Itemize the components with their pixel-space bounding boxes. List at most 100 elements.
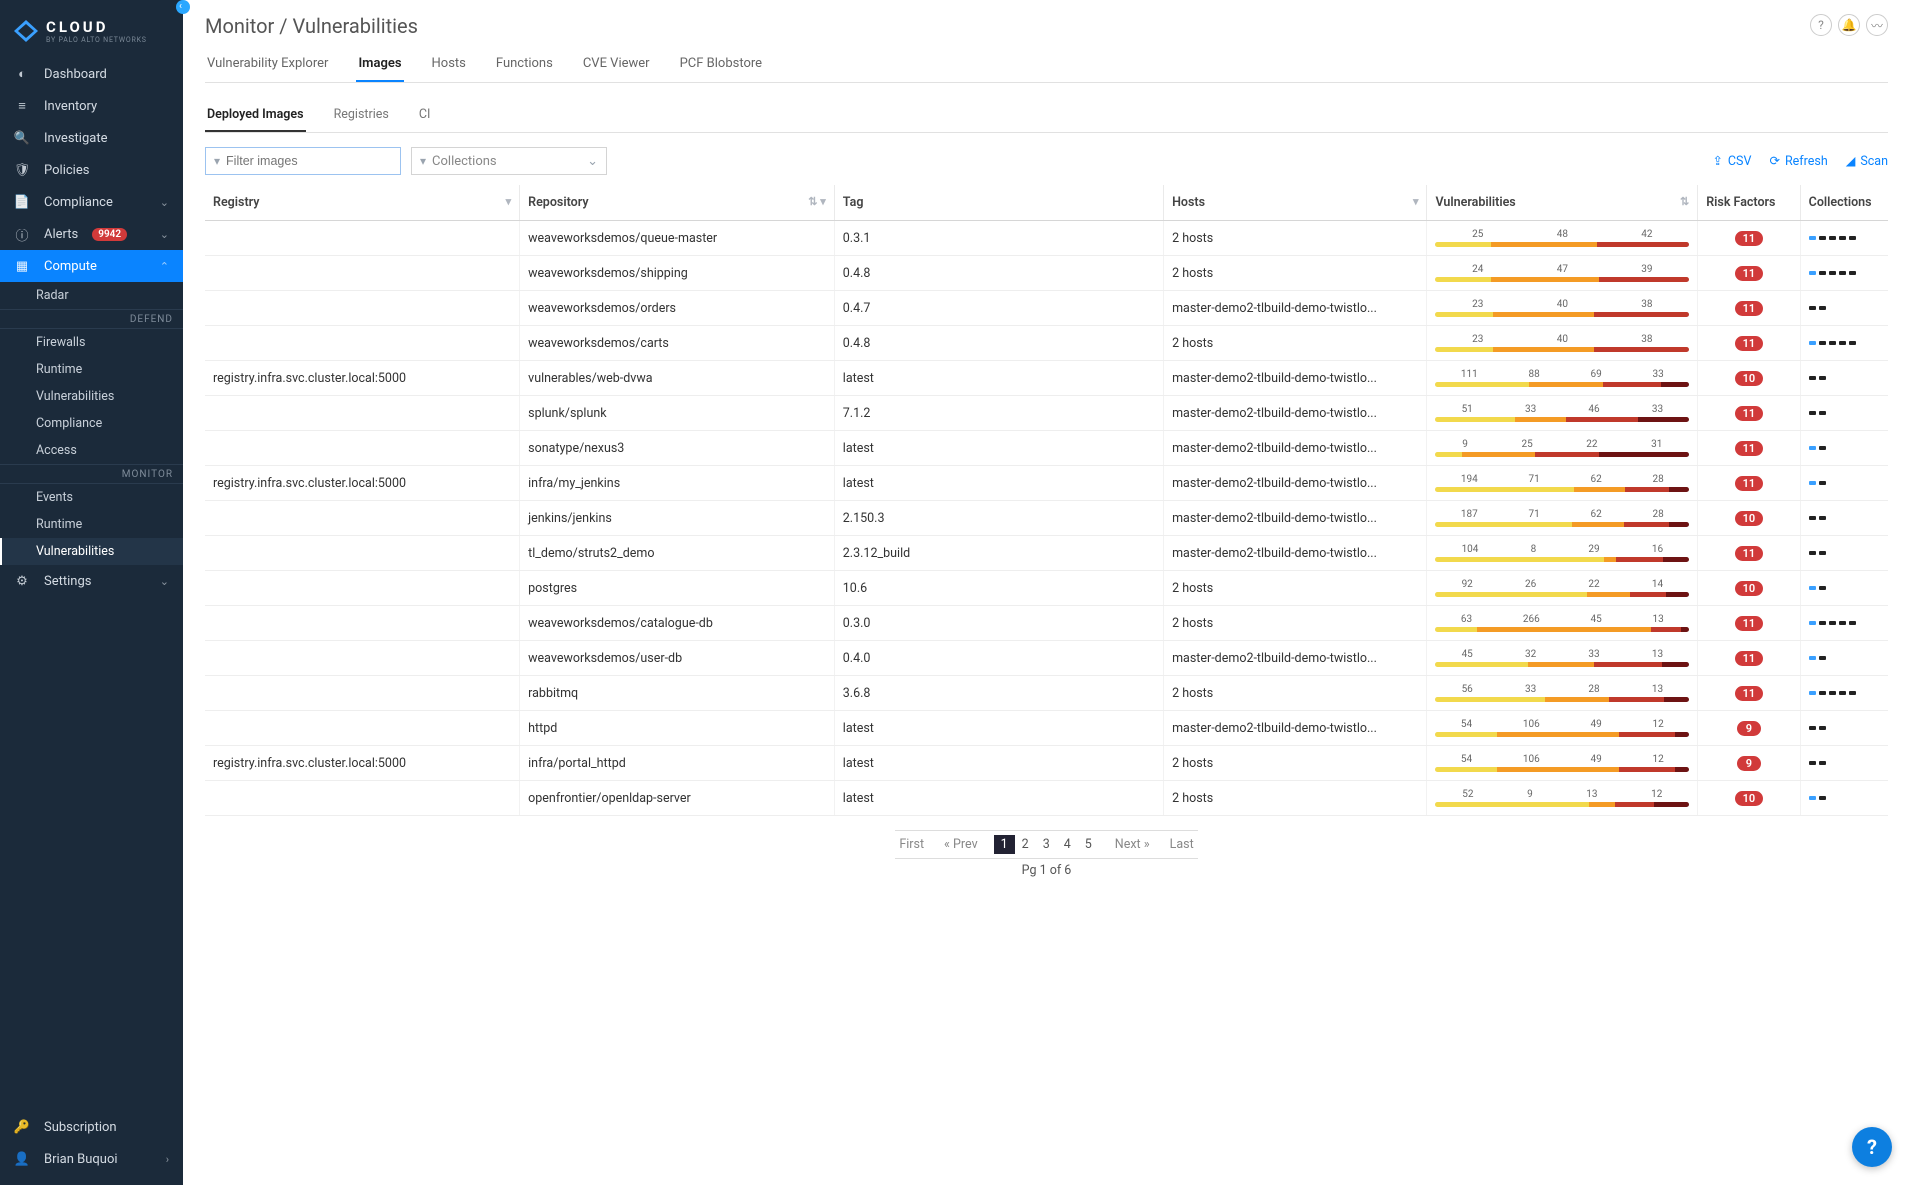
- table-row[interactable]: postgres10.62 hosts9226221410: [205, 571, 1888, 606]
- col-tag[interactable]: Tag: [834, 185, 1163, 221]
- sidebar-item-dashboard[interactable]: ◐Dashboard: [0, 58, 183, 90]
- sidebar-subscription[interactable]: 🔑 Subscription: [0, 1111, 183, 1143]
- sidebar-sub-monitor-vulnerabilities[interactable]: Vulnerabilities: [0, 538, 183, 565]
- collection-dot: [1819, 446, 1826, 450]
- table-row[interactable]: openfrontier/openldap-serverlatest2 host…: [205, 781, 1888, 816]
- page-2[interactable]: 2: [1015, 835, 1036, 854]
- subtab-deployed-images[interactable]: Deployed Images: [205, 101, 306, 132]
- page-1[interactable]: 1: [994, 835, 1015, 854]
- nav-label: Investigate: [44, 131, 107, 146]
- sidebar-item-policies[interactable]: 🛡Policies: [0, 154, 183, 186]
- subtab-ci[interactable]: CI: [417, 101, 433, 132]
- page-3[interactable]: 3: [1036, 835, 1057, 854]
- search-icon: 🔍: [14, 130, 30, 146]
- scan-icon: ◢: [1846, 153, 1856, 169]
- tab-cve-viewer[interactable]: CVE Viewer: [581, 48, 652, 82]
- page-5[interactable]: 5: [1078, 835, 1099, 854]
- sidebar-item-alerts[interactable]: ⓘAlerts9942⌄: [0, 218, 183, 250]
- filter-icon[interactable]: ▾: [506, 195, 512, 208]
- table-row[interactable]: weaveworksdemos/user-db0.4.0master-demo2…: [205, 641, 1888, 676]
- table-row[interactable]: jenkins/jenkins2.150.3master-demo2-tlbui…: [205, 501, 1888, 536]
- tab-hosts[interactable]: Hosts: [430, 48, 468, 82]
- page-first[interactable]: First: [895, 835, 928, 854]
- activity-button[interactable]: 〰: [1866, 14, 1888, 36]
- tab-vulnerability-explorer[interactable]: Vulnerability Explorer: [205, 48, 330, 82]
- sidebar-sub-runtime[interactable]: Runtime: [0, 356, 183, 383]
- page-prev[interactable]: « Prev: [940, 835, 982, 854]
- table-row[interactable]: splunk/splunk7.1.2master-demo2-tlbuild-d…: [205, 396, 1888, 431]
- table-row[interactable]: weaveworksdemos/carts0.4.82 hosts2340381…: [205, 326, 1888, 361]
- col-collections[interactable]: Collections: [1800, 185, 1888, 221]
- cell-vulnerabilities: 111886933: [1427, 361, 1698, 396]
- col-hosts[interactable]: Hosts▾: [1164, 185, 1427, 221]
- cell-vulnerabilities: 234038: [1427, 291, 1698, 326]
- cell-registry: [205, 291, 520, 326]
- cell-tag: 0.4.8: [834, 326, 1163, 361]
- table-row[interactable]: weaveworksdemos/catalogue-db0.3.02 hosts…: [205, 606, 1888, 641]
- sidebar-sub-radar[interactable]: Radar: [0, 282, 183, 309]
- sort-icon[interactable]: ⇅: [808, 195, 817, 208]
- help-fab[interactable]: ?: [1852, 1127, 1892, 1167]
- table-row[interactable]: weaveworksdemos/orders0.4.7master-demo2-…: [205, 291, 1888, 326]
- cell-vulnerabilities: 632664513: [1427, 606, 1698, 641]
- filter-images-input[interactable]: [226, 154, 392, 168]
- col-registry[interactable]: Registry▾: [205, 185, 520, 221]
- table-row[interactable]: registry.infra.svc.cluster.local:5000inf…: [205, 746, 1888, 781]
- table-row[interactable]: weaveworksdemos/shipping0.4.82 hosts2447…: [205, 256, 1888, 291]
- sidebar-sub-compliance[interactable]: Compliance: [0, 410, 183, 437]
- tab-images[interactable]: Images: [356, 48, 403, 82]
- sidebar-head-defend: DEFEND: [0, 309, 183, 329]
- chevron-right-icon: ›: [166, 1153, 169, 1166]
- filter-images-input-wrap[interactable]: ▾: [205, 147, 401, 175]
- sidebar-item-investigate[interactable]: 🔍 Investigate: [0, 122, 183, 154]
- table-row[interactable]: tl_demo/struts2_demo2.3.12_buildmaster-d…: [205, 536, 1888, 571]
- tab-pcf-blobstore[interactable]: PCF Blobstore: [678, 48, 764, 82]
- collection-dot: [1809, 411, 1816, 415]
- cell-risk: 11: [1698, 396, 1800, 431]
- question-icon: ?: [1818, 18, 1824, 32]
- cell-collections: [1800, 571, 1888, 606]
- sidebar-item-inventory[interactable]: ≡Inventory: [0, 90, 183, 122]
- sort-icon[interactable]: ⇅: [1680, 195, 1689, 208]
- sidebar-item-compliance[interactable]: 📄Compliance⌄: [0, 186, 183, 218]
- sidebar-sub-monitor-events[interactable]: Events: [0, 484, 183, 511]
- sidebar-user[interactable]: 👤 Brian Buquoi ›: [0, 1143, 183, 1175]
- cell-tag: 7.1.2: [834, 396, 1163, 431]
- table-row[interactable]: rabbitmq3.6.82 hosts5633281311: [205, 676, 1888, 711]
- brand-logo[interactable]: CLOUD BY PALO ALTO NETWORKS: [0, 0, 183, 58]
- col-vulnerabilities[interactable]: Vulnerabilities⇅: [1427, 185, 1698, 221]
- page-next[interactable]: Next »: [1111, 835, 1154, 854]
- risk-badge: 10: [1735, 511, 1764, 526]
- sidebar-sub-vulnerabilities[interactable]: Vulnerabilities: [0, 383, 183, 410]
- tab-functions[interactable]: Functions: [494, 48, 555, 82]
- sidebar-item-settings[interactable]: ⚙Settings⌄: [0, 565, 183, 597]
- table-row[interactable]: registry.infra.svc.cluster.local:5000vul…: [205, 361, 1888, 396]
- sidebar-sub-access[interactable]: Access: [0, 437, 183, 464]
- cell-collections: [1800, 221, 1888, 256]
- table-row[interactable]: sonatype/nexus3latestmaster-demo2-tlbuil…: [205, 431, 1888, 466]
- nav-label: Alerts: [44, 227, 78, 242]
- cell-risk: 10: [1698, 361, 1800, 396]
- export-csv-button[interactable]: ⇪CSV: [1712, 153, 1751, 169]
- help-button[interactable]: ?: [1810, 14, 1832, 36]
- collections-dropdown[interactable]: ▾ Collections ⌄: [411, 147, 607, 175]
- notifications-button[interactable]: 🔔: [1838, 14, 1860, 36]
- col-risk-factors[interactable]: Risk Factors: [1698, 185, 1800, 221]
- cell-risk: 11: [1698, 431, 1800, 466]
- col-repository[interactable]: Repository⇅ ▾: [520, 185, 835, 221]
- filter-icon[interactable]: ▾: [820, 195, 826, 208]
- table-row[interactable]: httpdlatestmaster-demo2-tlbuild-demo-twi…: [205, 711, 1888, 746]
- collection-dot: [1819, 621, 1826, 625]
- sidebar-collapse-toggle[interactable]: [176, 0, 190, 14]
- table-row[interactable]: weaveworksdemos/queue-master0.3.12 hosts…: [205, 221, 1888, 256]
- sidebar-sub-firewalls[interactable]: Firewalls: [0, 329, 183, 356]
- table-row[interactable]: registry.infra.svc.cluster.local:5000inf…: [205, 466, 1888, 501]
- filter-icon[interactable]: ▾: [1413, 195, 1419, 208]
- sidebar-item-compute[interactable]: ▦Compute⌃: [0, 250, 183, 282]
- page-last[interactable]: Last: [1166, 835, 1198, 854]
- subtab-registries[interactable]: Registries: [332, 101, 391, 132]
- refresh-button[interactable]: ⟳Refresh: [1769, 153, 1827, 169]
- page-4[interactable]: 4: [1057, 835, 1078, 854]
- scan-button[interactable]: ◢Scan: [1846, 153, 1888, 169]
- sidebar-sub-monitor-runtime[interactable]: Runtime: [0, 511, 183, 538]
